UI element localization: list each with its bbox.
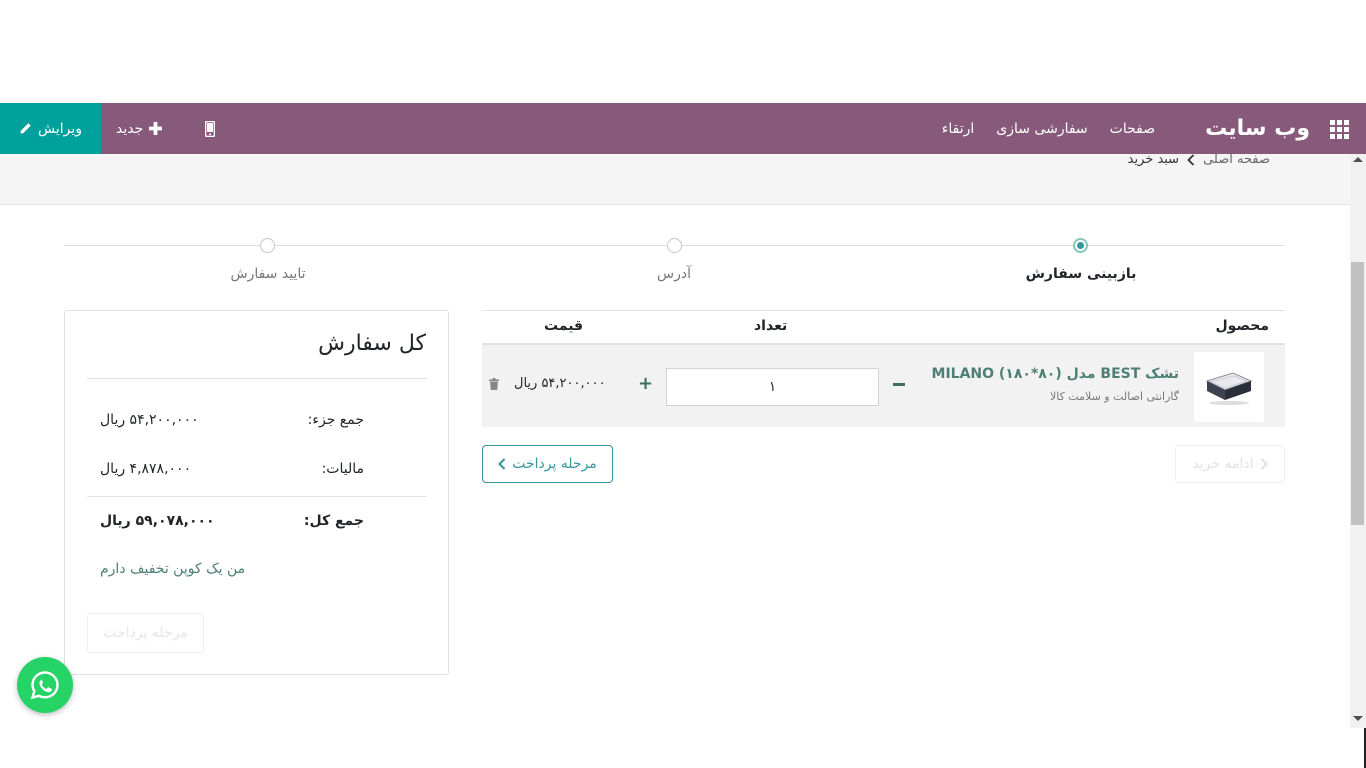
total-value: ۵۹,۰۷۸,۰۰۰ ریال: [100, 513, 215, 529]
edit-button[interactable]: ویرایش: [0, 103, 101, 154]
product-subtitle: گارانتی اصالت و سلامت کالا: [1049, 390, 1179, 403]
menu-item-pages[interactable]: صفحات: [1110, 121, 1155, 137]
wizard-dot-review: [1073, 238, 1088, 253]
menu-item-upgrade[interactable]: ارتقاء: [942, 121, 974, 137]
wizard-dot-address: [667, 238, 682, 253]
chevron-left-icon: [1187, 153, 1195, 166]
plus-icon: [149, 122, 163, 135]
breadcrumb-home[interactable]: صفحه اصلی: [1203, 152, 1270, 167]
total-label: جمع کل:: [303, 513, 364, 529]
subtotal-label: جمع جزء:: [307, 412, 364, 428]
divider: [87, 496, 427, 497]
continue-shopping-label: ادامه خرید: [1192, 456, 1254, 472]
breadcrumb-band: صفحه اصلی سبد خرید: [0, 152, 1350, 205]
whatsapp-icon: [30, 671, 59, 700]
order-summary-title: کل سفارش: [318, 331, 426, 356]
new-button-label: جدید: [116, 120, 144, 137]
table-row: تشک BEST مدل MILANO (۱۸۰*۸۰) گارانتی اصا…: [482, 345, 1285, 427]
scroll-down-arrow-icon[interactable]: [1353, 716, 1363, 721]
mobile-icon: [205, 120, 215, 137]
mattress-image: [1205, 372, 1253, 405]
whatsapp-button[interactable]: [17, 657, 73, 713]
page: ویرایش جدید وب سایت صفحات سفارشی سازی ار…: [0, 0, 1366, 768]
header-quantity: تعداد: [754, 318, 788, 334]
quantity-increase-button[interactable]: +: [638, 374, 653, 394]
summary-checkout-button[interactable]: مرحله پرداخت: [87, 613, 204, 653]
product-image[interactable]: [1194, 352, 1264, 422]
product-price: ۵۴,۲۰۰,۰۰۰ ریال: [514, 376, 606, 391]
quantity-decrease-button[interactable]: [892, 374, 906, 394]
breadcrumb: صفحه اصلی سبد خرید: [1128, 152, 1270, 167]
top-menu: وب سایت صفحات سفارشی سازی ارتقاء: [920, 103, 1366, 154]
breadcrumb-current: سبد خرید: [1127, 152, 1180, 167]
cart-table: محصول تعداد قیمت تشک BEST مدل MILANO (۱۸…: [482, 310, 1285, 427]
trash-icon[interactable]: [489, 378, 499, 390]
product-name[interactable]: تشک BEST مدل MILANO (۱۸۰*۸۰): [932, 366, 1179, 382]
divider: [87, 378, 427, 379]
quantity-input[interactable]: [666, 368, 879, 406]
edit-button-label: ویرایش: [37, 120, 83, 137]
apps-grid-icon[interactable]: [1328, 120, 1349, 139]
order-summary-card: کل سفارش جمع جزء: ۵۴,۲۰۰,۰۰۰ ریال مالیات…: [64, 310, 449, 675]
tax-value: ۴,۸۷۸,۰۰۰ ریال: [100, 461, 192, 477]
chevron-right-icon: [1260, 458, 1268, 470]
wizard-dot-confirm: [260, 238, 275, 253]
checkout-button-label: مرحله پرداخت: [512, 456, 597, 472]
continue-shopping-button[interactable]: ادامه خرید: [1175, 445, 1285, 483]
wizard-step-review[interactable]: بازبینی سفارش: [1001, 266, 1161, 282]
header-price: قیمت: [544, 318, 584, 334]
new-button[interactable]: جدید: [116, 103, 163, 154]
pencil-icon: [20, 123, 31, 134]
scrollbar-thumb[interactable]: [1351, 262, 1364, 525]
admin-topbar: ویرایش جدید وب سایت صفحات سفارشی سازی ار…: [0, 103, 1366, 154]
scroll-up-arrow-icon[interactable]: [1353, 157, 1363, 162]
mobile-preview-button[interactable]: [202, 103, 218, 154]
coupon-link[interactable]: من یک کوپن تخفیف دارم: [100, 561, 245, 577]
checkout-button[interactable]: مرحله پرداخت: [482, 445, 613, 483]
header-product: محصول: [1215, 318, 1269, 334]
tax-label: مالیات:: [321, 461, 364, 477]
menu-item-customize[interactable]: سفارشی سازی: [996, 121, 1087, 137]
subtotal-value: ۵۴,۲۰۰,۰۰۰ ریال: [100, 412, 199, 428]
chevron-left-icon: [498, 458, 506, 470]
site-title[interactable]: وب سایت: [1205, 116, 1310, 141]
wizard-step-confirm[interactable]: تایید سفارش: [188, 266, 348, 282]
wizard-step-address[interactable]: آدرس: [594, 266, 754, 282]
cart-table-header: محصول تعداد قیمت: [482, 310, 1285, 345]
